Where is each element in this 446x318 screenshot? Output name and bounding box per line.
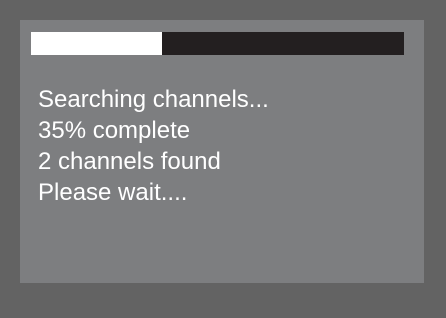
channel-search-screen: Searching channels... 35% complete 2 cha…: [20, 20, 424, 283]
search-progress-fill: [31, 32, 162, 55]
searching-channels-text: Searching channels...: [38, 86, 269, 113]
please-wait-text: Please wait....: [38, 179, 188, 206]
search-progress-bar: [31, 32, 404, 55]
percent-complete-text: 35% complete: [38, 117, 191, 144]
status-message: Searching channels... 35% complete 2 cha…: [38, 84, 269, 208]
channels-found-text: 2 channels found: [38, 148, 221, 175]
